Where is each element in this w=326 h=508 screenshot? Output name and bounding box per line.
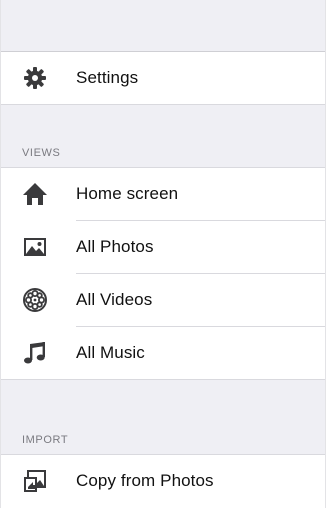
import-section-header: IMPORT xyxy=(22,434,69,446)
all-videos-label: All Videos xyxy=(76,290,153,309)
views-section-gap: VIEWS xyxy=(0,105,326,167)
import-section-gap: IMPORT xyxy=(0,380,326,454)
settings-label: Settings xyxy=(76,68,139,87)
home-screen-label: Home screen xyxy=(76,184,179,203)
film-reel-icon xyxy=(22,287,48,313)
settings-row[interactable]: Settings xyxy=(0,52,326,104)
gear-icon xyxy=(22,65,48,91)
views-section-header: VIEWS xyxy=(22,147,61,159)
music-note-icon xyxy=(22,340,48,366)
settings-menu: Settings VIEWS Home screen All Photos Al… xyxy=(0,0,326,508)
all-videos-row[interactable]: All Videos xyxy=(0,274,326,326)
copy-from-photos-row[interactable]: Copy from Photos xyxy=(0,455,326,507)
top-bar xyxy=(0,0,326,52)
home-screen-row[interactable]: Home screen xyxy=(0,168,326,220)
all-photos-label: All Photos xyxy=(76,237,154,256)
copy-from-photos-label: Copy from Photos xyxy=(76,471,214,490)
home-icon xyxy=(22,181,48,207)
import-photos-icon xyxy=(22,468,48,494)
all-music-row[interactable]: All Music xyxy=(0,327,326,379)
all-music-label: All Music xyxy=(76,343,145,362)
photo-icon xyxy=(22,234,48,260)
all-photos-row[interactable]: All Photos xyxy=(0,221,326,273)
